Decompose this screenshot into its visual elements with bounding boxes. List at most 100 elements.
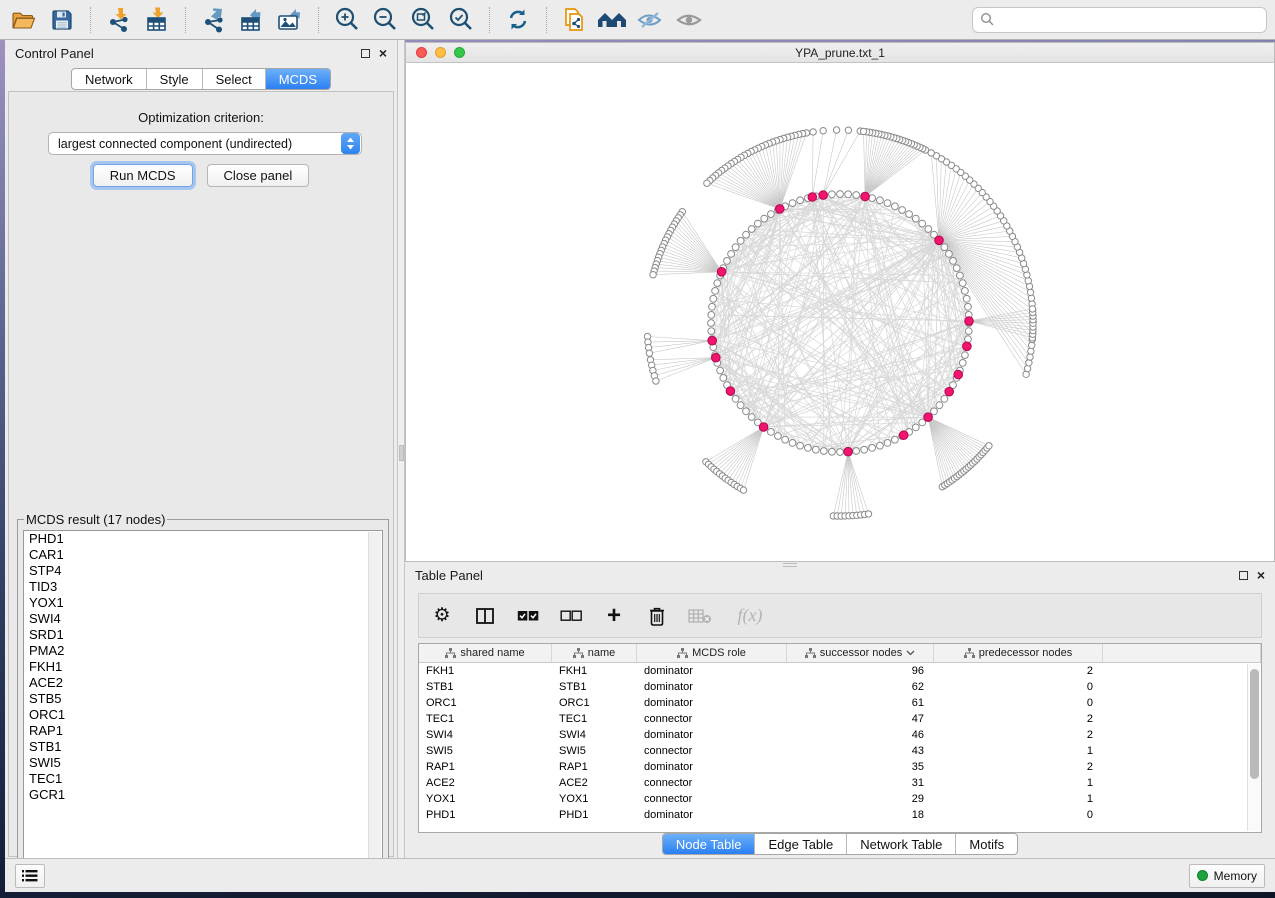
mcds-result-item[interactable]: SRD1 xyxy=(24,627,382,643)
mcds-result-item[interactable]: PHD1 xyxy=(24,531,382,547)
tab-network[interactable]: Network xyxy=(72,69,146,89)
refresh-view-button[interactable] xyxy=(502,5,534,35)
zoom-out-button[interactable] xyxy=(369,5,401,35)
horizontal-splitter-grip[interactable] xyxy=(783,563,797,567)
delete-table-icon xyxy=(688,608,712,624)
select-all-button[interactable] xyxy=(515,603,541,629)
table-row[interactable]: TEC1TEC1connector472 xyxy=(419,711,1261,727)
table-row[interactable]: ACE2ACE2connector311 xyxy=(419,775,1261,791)
mcds-result-list[interactable]: PHD1CAR1STP4TID3YOX1SWI4SRD1PMA2FKH1ACE2… xyxy=(23,530,383,879)
mcds-result-item[interactable]: TEC1 xyxy=(24,771,382,787)
network-search-field[interactable] xyxy=(972,7,1267,33)
show-columns-button[interactable] xyxy=(472,603,498,629)
mcds-result-item[interactable]: CAR1 xyxy=(24,547,382,563)
export-image-button[interactable] xyxy=(274,5,306,35)
table-scrollbar-thumb[interactable] xyxy=(1250,669,1259,779)
tab-network-table[interactable]: Network Table xyxy=(846,834,955,854)
sitemap-icon xyxy=(445,648,456,658)
add-column-button[interactable]: + xyxy=(601,603,627,629)
mcds-result-item[interactable]: SWI4 xyxy=(24,611,382,627)
table-tabs: Node TableEdge TableNetwork TableMotifs xyxy=(662,833,1018,855)
table-row[interactable]: SWI4SWI4dominator462 xyxy=(419,727,1261,743)
sitemap-icon xyxy=(805,648,816,658)
table-scrollbar[interactable] xyxy=(1247,664,1260,831)
mcds-result-item[interactable]: FKH1 xyxy=(24,659,382,675)
mcds-result-item[interactable]: TID3 xyxy=(24,579,382,595)
column-header-name[interactable]: name xyxy=(552,644,637,662)
column-header-MCDS-role[interactable]: MCDS role xyxy=(637,644,787,662)
delete-table-button[interactable] xyxy=(687,603,713,629)
tab-edge-table[interactable]: Edge Table xyxy=(754,834,846,854)
tab-mcds[interactable]: MCDS xyxy=(265,69,330,89)
export-network-button[interactable] xyxy=(198,5,230,35)
run-mcds-button[interactable]: Run MCDS xyxy=(93,164,193,187)
node-table[interactable]: shared namenameMCDS rolesuccessor nodesp… xyxy=(418,643,1262,833)
mcds-result-item[interactable]: STB1 xyxy=(24,739,382,755)
dropdown-stepper-icon xyxy=(341,133,360,154)
float-table-panel-icon[interactable] xyxy=(1239,571,1248,580)
close-panel-icon[interactable]: × xyxy=(379,46,387,60)
network-graph[interactable] xyxy=(406,63,1274,561)
memory-button[interactable]: Memory xyxy=(1189,864,1265,888)
mcds-result-item[interactable]: ACE2 xyxy=(24,675,382,691)
mcds-result-item[interactable]: RAP1 xyxy=(24,723,382,739)
delete-column-button[interactable] xyxy=(644,603,670,629)
tab-select[interactable]: Select xyxy=(202,69,265,89)
table-row[interactable]: FKH1FKH1dominator962 xyxy=(419,663,1261,679)
gear-icon: ⚙ xyxy=(433,606,450,625)
show-all-button[interactable] xyxy=(673,5,705,35)
close-panel-button[interactable]: Close panel xyxy=(207,164,310,187)
tab-node-table[interactable]: Node Table xyxy=(663,834,755,854)
mcds-result-item[interactable]: ORC1 xyxy=(24,707,382,723)
open-session-button[interactable] xyxy=(8,5,40,35)
float-panel-icon[interactable] xyxy=(361,49,370,58)
first-neighbors-button[interactable] xyxy=(597,5,629,35)
zoom-in-icon xyxy=(333,6,361,34)
mcds-result-item[interactable]: GCR1 xyxy=(24,787,382,803)
table-row[interactable]: YOX1YOX1connector291 xyxy=(419,791,1261,807)
status-bar: Memory xyxy=(5,858,1275,892)
zoom-selected-button[interactable] xyxy=(445,5,477,35)
search-input[interactable] xyxy=(1000,13,1259,27)
table-settings-button[interactable]: ⚙ xyxy=(429,603,455,629)
control-panel-title: Control Panel xyxy=(15,46,94,61)
mcds-list-scrollbar[interactable] xyxy=(368,532,381,877)
tab-style[interactable]: Style xyxy=(146,69,202,89)
criterion-dropdown[interactable]: largest connected component (undirected) xyxy=(48,132,362,155)
function-builder-button[interactable]: f(x) xyxy=(730,603,770,629)
network-canvas[interactable] xyxy=(406,63,1274,561)
save-session-button[interactable] xyxy=(46,5,78,35)
search-icon xyxy=(980,12,995,27)
hide-selected-button[interactable] xyxy=(635,5,667,35)
mcds-result-item[interactable]: STP4 xyxy=(24,563,382,579)
table-row[interactable]: PHD1PHD1dominator180 xyxy=(419,807,1261,823)
vertical-splitter[interactable] xyxy=(397,40,405,860)
mcds-result-item[interactable]: SWI5 xyxy=(24,755,382,771)
mcds-result-item[interactable]: STB5 xyxy=(24,691,382,707)
show-panels-button[interactable] xyxy=(15,864,45,888)
tab-motifs[interactable]: Motifs xyxy=(955,834,1017,854)
column-header-shared-name[interactable]: shared name xyxy=(419,644,552,662)
clone-network-button[interactable] xyxy=(559,5,591,35)
splitter-grip[interactable] xyxy=(399,445,404,461)
import-table-button[interactable] xyxy=(141,5,173,35)
column-header-successor-nodes[interactable]: successor nodes xyxy=(787,644,934,662)
clear-selection-button[interactable] xyxy=(558,603,584,629)
mcds-result-item[interactable]: YOX1 xyxy=(24,595,382,611)
table-row[interactable]: ORC1ORC1dominator610 xyxy=(419,695,1261,711)
zoom-in-button[interactable] xyxy=(331,5,363,35)
export-table-button[interactable] xyxy=(236,5,268,35)
mcds-result-item[interactable]: PMA2 xyxy=(24,643,382,659)
column-header-predecessor-nodes[interactable]: predecessor nodes xyxy=(934,644,1103,662)
table-row[interactable]: STB1STB1dominator620 xyxy=(419,679,1261,695)
zoom-out-icon xyxy=(371,6,399,34)
table-row[interactable]: RAP1RAP1dominator352 xyxy=(419,759,1261,775)
network-window-titlebar[interactable]: YPA_prune.txt_1 xyxy=(406,43,1274,63)
mcds-tab-content: Optimization criterion: largest connecte… xyxy=(8,91,394,857)
plus-icon: + xyxy=(607,604,621,628)
import-network-button[interactable] xyxy=(103,5,135,35)
zoom-fit-button[interactable] xyxy=(407,5,439,35)
table-row[interactable]: SWI5SWI5connector431 xyxy=(419,743,1261,759)
toolbar-separator xyxy=(185,7,186,33)
close-table-panel-icon[interactable]: × xyxy=(1257,568,1265,582)
